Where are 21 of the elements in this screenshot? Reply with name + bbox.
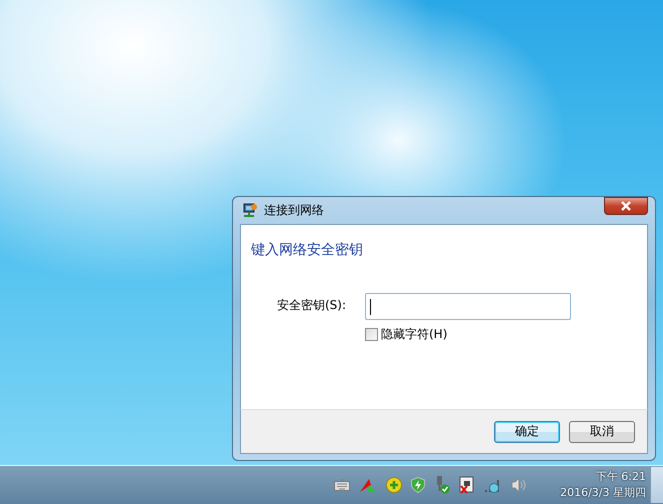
speaker-icon[interactable] [511,477,527,493]
network-globe-icon[interactable] [484,477,502,493]
checkbox-label: 隐藏字符(H) [381,326,448,343]
triangle-icon[interactable] [359,477,377,493]
network-icon [242,202,258,218]
show-desktop-button[interactable] [650,467,663,503]
cancel-button[interactable]: 取消 [569,420,635,442]
plug-check-icon[interactable] [434,476,450,494]
plus-circle-icon[interactable] [386,477,402,493]
close-icon [621,201,631,211]
checkbox[interactable] [365,328,378,341]
dialog-heading: 键入网络安全密钥 [251,241,364,259]
shield-icon[interactable] [411,477,425,493]
clock[interactable]: 下午 6:21 2016/3/3 星期四 [560,469,650,501]
ok-button[interactable]: 确定 [494,420,560,442]
security-key-field[interactable] [365,293,571,320]
field-label: 安全密钥(S): [276,297,348,314]
plug-error-icon[interactable] [459,476,475,494]
keyboard-icon[interactable] [334,479,350,491]
close-button[interactable] [604,197,648,215]
window-title: 连接到网络 [264,202,325,219]
